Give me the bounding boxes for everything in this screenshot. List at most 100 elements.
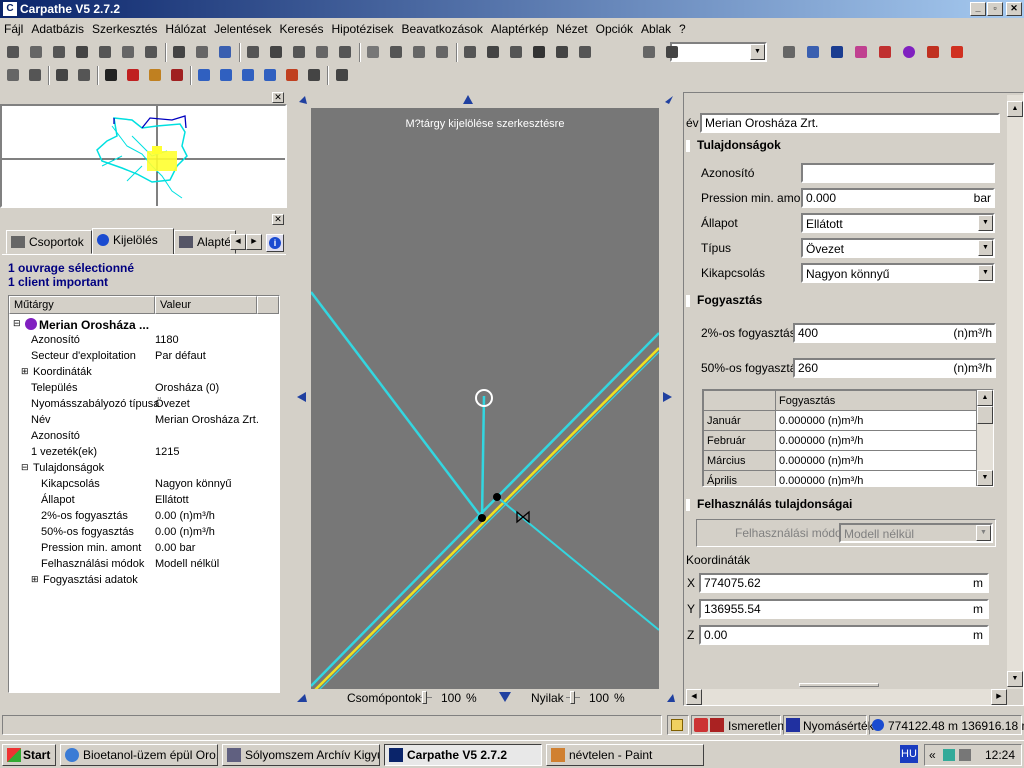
tree-row[interactable]: 2%-os fogyasztás 0.00 (n)m³/h (9, 508, 279, 524)
expand-icon[interactable]: ⊞ (31, 574, 39, 585)
tree-row[interactable]: Felhasználási módok Modell nélkül (9, 556, 279, 572)
tree-row[interactable]: ⊞ Koordináták (9, 364, 279, 380)
scroll-down-icon[interactable]: ▼ (977, 470, 993, 486)
col-header-object[interactable]: Műtárgy (9, 296, 155, 314)
scroll-right-icon[interactable]: ▶ (991, 689, 1007, 705)
menu-reports[interactable]: Jelentések (210, 19, 275, 36)
tree-row[interactable]: Secteur d'exploitation Par défaut (9, 348, 279, 364)
cylinder-icon[interactable] (336, 43, 354, 61)
find-icon[interactable] (75, 66, 93, 84)
name-field[interactable]: Merian Orosháza Zrt. (700, 113, 1000, 133)
flask-2-icon[interactable] (142, 43, 160, 61)
y-field[interactable]: 136955.54 m (699, 599, 989, 619)
volume-icon[interactable] (959, 749, 971, 761)
zoom-in-icon[interactable] (217, 66, 235, 84)
close-selection-icon[interactable]: ✕ (272, 214, 284, 225)
menu-file[interactable]: Fájl (0, 19, 27, 36)
tree-row[interactable]: 1 vezeték(ek) 1215 (9, 444, 279, 460)
usage-select[interactable]: Modell nélkül ▼ (839, 523, 993, 543)
collapse-icon[interactable]: ⊟ (21, 462, 29, 473)
bell-icon[interactable] (780, 43, 798, 61)
grid-scrollbar[interactable]: ▲ ▼ (977, 390, 993, 486)
paste-icon[interactable] (73, 43, 91, 61)
start-button[interactable]: Start (2, 744, 56, 766)
grid-cell[interactable]: 0.000000 (n)m³/h (775, 430, 977, 451)
network-icon[interactable] (943, 749, 955, 761)
section-consumption[interactable]: Fogyasztás (697, 293, 762, 307)
tree-row[interactable]: Azonosító (9, 428, 279, 444)
new-page-icon[interactable] (4, 43, 22, 61)
tab-basemap[interactable]: Alapté (174, 230, 236, 254)
chevron-down-icon[interactable]: ▼ (978, 240, 993, 256)
x-field[interactable]: 774075.62 m (699, 573, 989, 593)
scroll-left-icon[interactable]: ◀ (686, 689, 702, 705)
sep-target-icon[interactable] (484, 43, 502, 61)
radial-icon[interactable] (364, 43, 382, 61)
grid-cell[interactable]: 0.000000 (n)m³/h (775, 450, 977, 471)
task-browser[interactable]: Bioetanol-üzem épül Oro... (60, 744, 218, 766)
tree-row[interactable]: Kikapcsolás Nagyon könnyű (9, 476, 279, 492)
menu-view[interactable]: Nézet (552, 19, 591, 36)
square-icon[interactable] (53, 66, 71, 84)
tab-groups[interactable]: Csoportok (6, 230, 92, 254)
wand-icon[interactable] (146, 66, 164, 84)
properties-vscroll[interactable]: ▲ ▼ (1007, 95, 1023, 689)
menu-window[interactable]: Ablak (637, 19, 675, 36)
section-usage[interactable]: Felhasználás tulajdonságai (697, 497, 852, 511)
app-icon[interactable]: C (3, 2, 17, 16)
section-properties[interactable]: Tulajdonságok (697, 138, 781, 152)
type-select[interactable]: Övezet ▼ (801, 238, 995, 258)
pin-icon[interactable] (124, 66, 142, 84)
node-2-icon[interactable] (387, 43, 405, 61)
home-icon[interactable] (828, 43, 846, 61)
pointer-icon[interactable] (102, 66, 120, 84)
image-icon[interactable] (852, 43, 870, 61)
z-field[interactable]: 0.00 m (699, 625, 989, 645)
grid-icon[interactable] (244, 43, 262, 61)
overview-map[interactable] (0, 104, 287, 208)
tree-row[interactable]: 50%-os fogyasztás 0.00 (n)m³/h (9, 524, 279, 540)
close-button[interactable]: ✕ (1006, 2, 1022, 16)
menu-help[interactable]: ? (675, 19, 690, 36)
menu-database[interactable]: Adatbázis (27, 19, 88, 36)
nodes-slider[interactable] (418, 690, 432, 704)
zoom-fit-icon[interactable] (261, 66, 279, 84)
pan-icon[interactable] (283, 66, 301, 84)
arrow-xy-icon[interactable] (216, 43, 234, 61)
scroll-up-icon[interactable]: ▲ (1007, 101, 1023, 117)
scroll-down-icon[interactable]: ▼ (1007, 671, 1023, 687)
node-icon[interactable] (313, 43, 331, 61)
col-header-value[interactable]: Valeur (155, 296, 257, 314)
task-archive[interactable]: Sólyomszem Archív Kigyű... (222, 744, 380, 766)
tree-row[interactable]: Azonosító 1180 (9, 332, 279, 348)
chevron-down-icon[interactable]: ▼ (750, 44, 765, 60)
tree-row[interactable]: ⊞ Fogyasztási adatok (9, 572, 279, 588)
gear-icon[interactable] (507, 43, 525, 61)
folder-icon[interactable] (671, 719, 683, 731)
consumption-grid[interactable]: Fogyasztás Január 0.000000 (n)m³/h Februá… (702, 389, 994, 487)
tab-scroll-right-icon[interactable]: ▶ (246, 234, 262, 250)
grid-cell[interactable]: 0.000000 (n)m³/h (775, 470, 977, 486)
tray-expand-icon[interactable]: « (929, 748, 936, 762)
expand-icon[interactable]: ⊞ (21, 366, 29, 377)
bug-icon[interactable] (333, 66, 351, 84)
undo-icon[interactable] (193, 43, 211, 61)
tab-scroll-left-icon[interactable]: ◀ (230, 234, 246, 250)
chevron-down-icon[interactable]: ▼ (978, 215, 993, 231)
properties-hscroll[interactable]: ◀ ▶ (686, 689, 1007, 705)
tree-row[interactable]: Név Merian Orosháza Zrt. (9, 412, 279, 428)
plug-icon[interactable] (876, 43, 894, 61)
cons2-field[interactable]: 400 (n)m³/h (793, 323, 996, 343)
scissors-icon[interactable] (804, 43, 822, 61)
collapse-icon[interactable]: ⊟ (13, 318, 21, 329)
split-icon[interactable] (461, 43, 479, 61)
tree-row[interactable]: ⊟ Tulajdonságok (9, 460, 279, 476)
wand-icon[interactable] (924, 43, 942, 61)
tree-row[interactable]: Pression min. amont 0.00 bar (9, 540, 279, 556)
minimize-button[interactable]: _ (970, 2, 986, 16)
zoom-out-icon[interactable] (239, 66, 257, 84)
square-2-icon[interactable] (553, 43, 571, 61)
hydrant-icon[interactable] (663, 43, 681, 61)
menu-options[interactable]: Opciók (592, 19, 637, 36)
cut-icon[interactable] (96, 43, 114, 61)
